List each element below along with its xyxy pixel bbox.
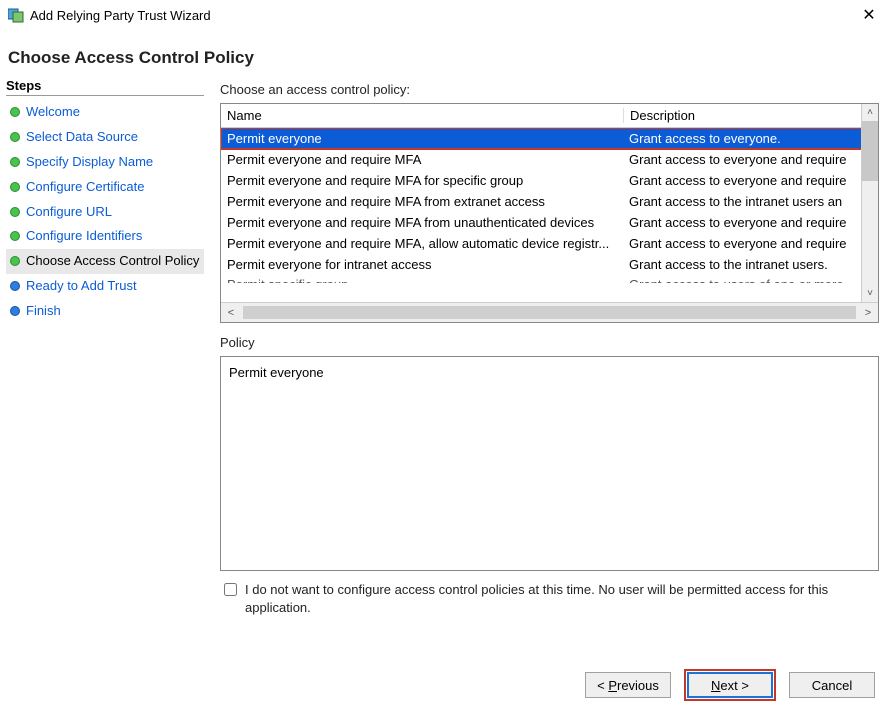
policy-row[interactable]: Permit everyone and require MFA from una…: [221, 212, 878, 233]
scroll-down-icon[interactable]: ˅: [862, 285, 878, 302]
skip-policy-option[interactable]: I do not want to configure access contro…: [220, 581, 879, 616]
scroll-up-icon[interactable]: ˄: [862, 104, 878, 121]
column-name[interactable]: Name: [221, 108, 623, 123]
step-bullet-icon: [10, 157, 20, 167]
step-bullet-icon: [10, 281, 20, 291]
step-finish[interactable]: Finish: [6, 299, 204, 324]
hscroll-track[interactable]: [243, 306, 856, 319]
policy-list[interactable]: Name Description Permit everyone Grant a…: [220, 103, 879, 323]
step-bullet-icon: [10, 231, 20, 241]
policy-list-body: Permit everyone Grant access to everyone…: [221, 128, 878, 283]
step-welcome[interactable]: Welcome: [6, 100, 204, 125]
step-configure-certificate[interactable]: Configure Certificate: [6, 175, 204, 200]
skip-policy-label: I do not want to configure access contro…: [245, 581, 879, 616]
scroll-thumb[interactable]: [862, 121, 878, 181]
scroll-right-icon[interactable]: >: [858, 307, 878, 319]
step-specify-display-name[interactable]: Specify Display Name: [6, 150, 204, 175]
step-bullet-icon: [10, 132, 20, 142]
step-bullet-icon: [10, 256, 20, 266]
policy-row[interactable]: Permit specific group Grant access to us…: [221, 275, 878, 283]
policy-row[interactable]: Permit everyone and require MFA Grant ac…: [221, 149, 878, 170]
step-configure-identifiers[interactable]: Configure Identifiers: [6, 224, 204, 249]
policy-detail-text: Permit everyone: [229, 365, 324, 380]
previous-button[interactable]: < Previous: [585, 672, 671, 698]
scroll-left-icon[interactable]: <: [221, 307, 241, 319]
step-bullet-icon: [10, 306, 20, 316]
step-ready-to-add-trust[interactable]: Ready to Add Trust: [6, 274, 204, 299]
step-select-data-source[interactable]: Select Data Source: [6, 125, 204, 150]
window-title: Add Relying Party Trust Wizard: [30, 8, 857, 23]
policy-detail-box: Permit everyone: [220, 356, 879, 571]
policy-row[interactable]: Permit everyone for intranet access Gran…: [221, 254, 878, 275]
horizontal-scrollbar[interactable]: < >: [221, 302, 878, 322]
wizard-icon: [8, 7, 24, 23]
step-bullet-icon: [10, 107, 20, 117]
policy-list-label: Choose an access control policy:: [220, 82, 879, 97]
step-configure-url[interactable]: Configure URL: [6, 200, 204, 225]
policy-row[interactable]: Permit everyone Grant access to everyone…: [221, 128, 878, 149]
skip-policy-checkbox[interactable]: [224, 583, 237, 596]
steps-sidebar: Steps Welcome Select Data Source Specify…: [0, 78, 210, 658]
policy-row[interactable]: Permit everyone and require MFA for spec…: [221, 170, 878, 191]
steps-heading: Steps: [6, 78, 204, 96]
close-icon[interactable]: ✕: [857, 5, 881, 25]
content-pane: Choose an access control policy: Name De…: [210, 78, 889, 658]
policy-row[interactable]: Permit everyone and require MFA, allow a…: [221, 233, 878, 254]
column-description[interactable]: Description: [623, 108, 878, 123]
policy-detail-label: Policy: [220, 335, 879, 350]
step-bullet-icon: [10, 207, 20, 217]
step-choose-access-control-policy[interactable]: Choose Access Control Policy: [6, 249, 204, 274]
policy-row[interactable]: Permit everyone and require MFA from ext…: [221, 191, 878, 212]
step-bullet-icon: [10, 182, 20, 192]
vertical-scrollbar[interactable]: ˄ ˅: [861, 104, 878, 302]
page-title: Choose Access Control Policy: [0, 30, 889, 78]
titlebar: Add Relying Party Trust Wizard ✕: [0, 0, 889, 30]
next-button[interactable]: Next >: [687, 672, 773, 698]
wizard-button-row: < Previous Next > Cancel: [0, 658, 889, 708]
cancel-button[interactable]: Cancel: [789, 672, 875, 698]
scroll-track[interactable]: [862, 121, 878, 285]
policy-list-header: Name Description: [221, 104, 878, 128]
